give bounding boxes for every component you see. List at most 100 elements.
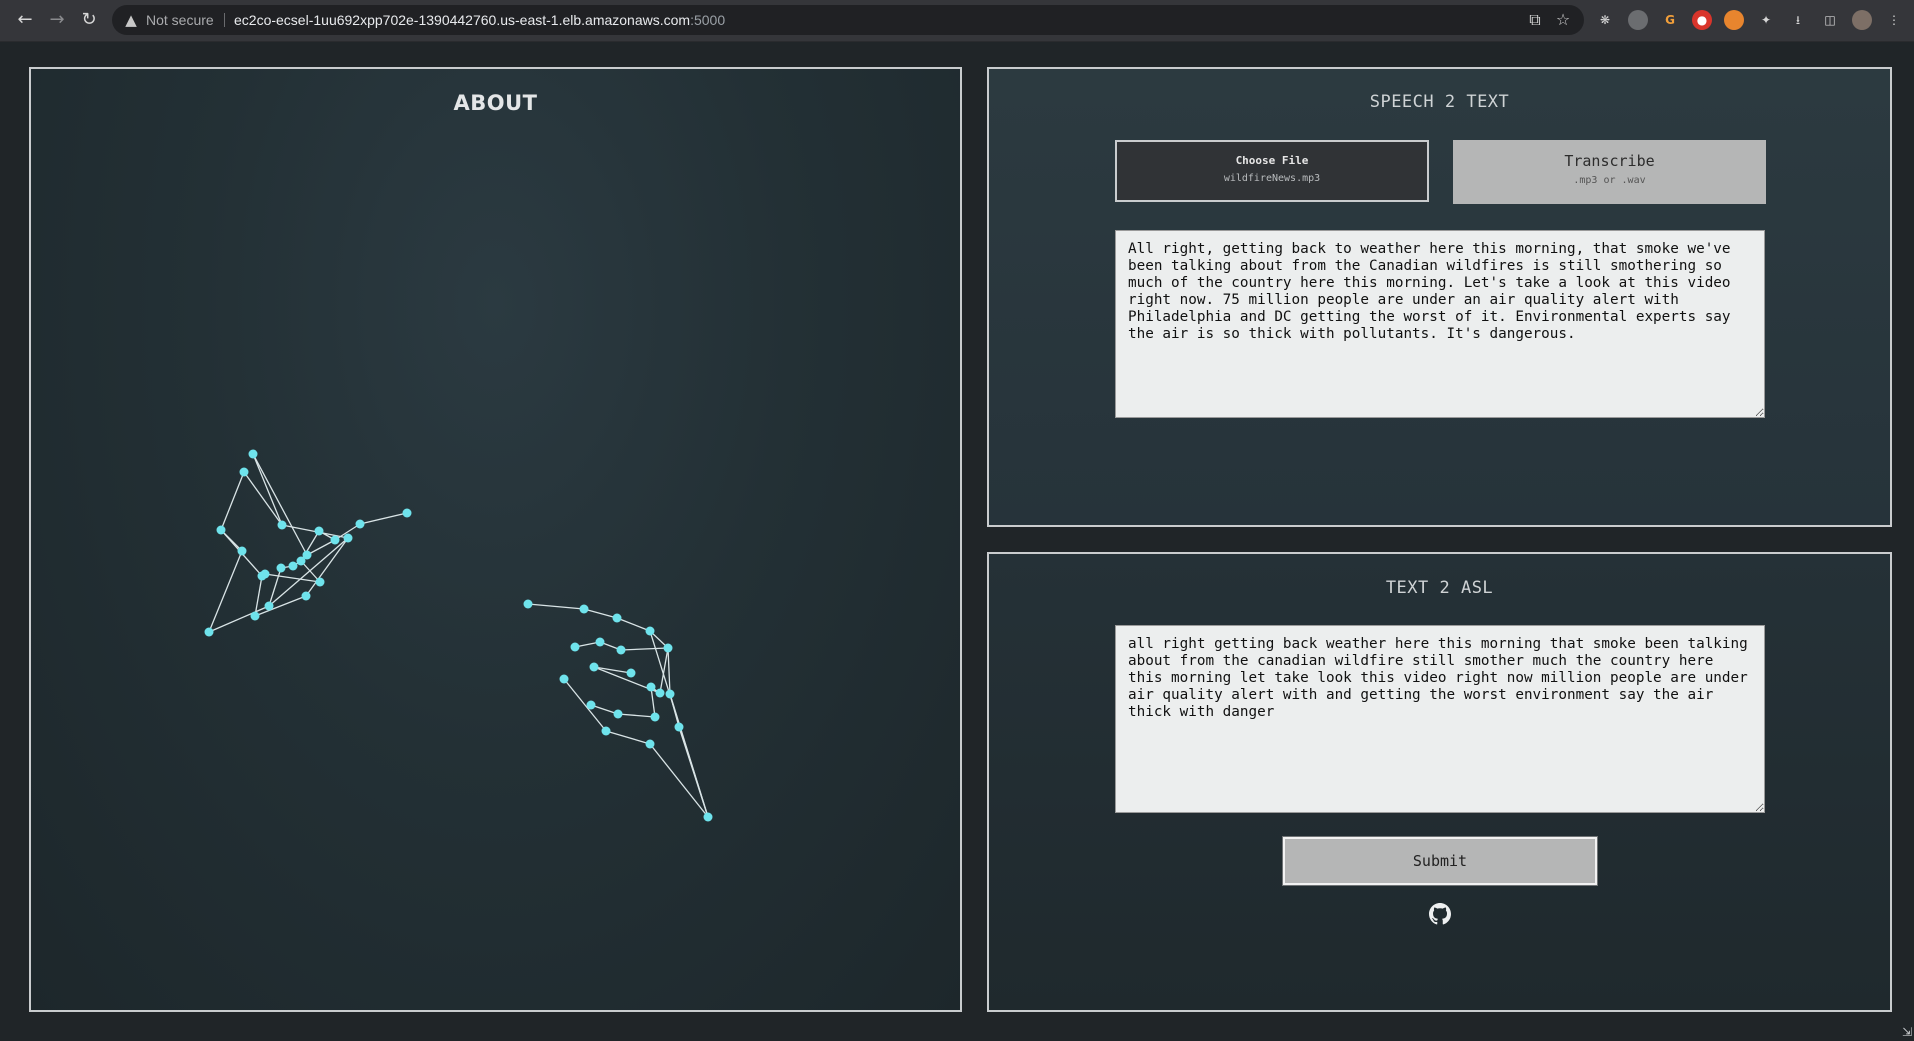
hand-landmark-point: [663, 643, 673, 653]
extensions-puzzle-icon[interactable]: ✦: [1756, 10, 1776, 30]
text-to-asl-panel: TEXT 2 ASL all right getting back weathe…: [987, 552, 1892, 1012]
text-to-asl-title: TEXT 2 ASL: [1385, 578, 1494, 598]
hand-landmark-point: [314, 526, 324, 536]
hand-landmark-point: [343, 533, 353, 543]
reload-icon[interactable]: ↻: [78, 9, 100, 31]
hand-bone-line: [583, 608, 618, 619]
chosen-file-name: wildfireNews.mp3: [1223, 173, 1321, 184]
hand-landmark-point: [703, 812, 713, 822]
hand-landmark-point: [626, 668, 636, 678]
hand-landmark-point: [612, 613, 622, 623]
hand-landmark-point: [301, 591, 311, 601]
speech-to-text-panel: SPEECH 2 TEXT Choose File wildfireNews.m…: [987, 67, 1892, 527]
hand-landmark-point: [260, 569, 270, 579]
hand-bone-line: [220, 471, 245, 531]
hand-bone-line: [616, 617, 651, 632]
hand-landmark-point: [237, 546, 247, 556]
browser-toolbar: ← → ↻ ▲ Not secure ec2co-ecsel-1uu692xpp…: [0, 0, 1914, 42]
forward-icon[interactable]: →: [46, 9, 68, 31]
asl-text-textarea[interactable]: all right getting back weather here this…: [1115, 625, 1765, 813]
hand-landmark-point: [355, 519, 365, 529]
hand-landmark-point: [523, 599, 533, 609]
hand-landmark-point: [665, 689, 675, 699]
download-icon[interactable]: ⭳: [1788, 10, 1808, 30]
hand-bone-line: [305, 537, 349, 597]
hand-landmark-point: [616, 645, 626, 655]
choose-file-label: Choose File: [1235, 154, 1309, 167]
hand-landmark-point: [204, 627, 214, 637]
choose-file-button[interactable]: Choose File wildfireNews.mp3: [1115, 140, 1429, 202]
hand-landmark-point: [601, 726, 611, 736]
url-port: :5000: [690, 12, 726, 28]
warning-icon: ▲: [125, 11, 137, 29]
url-text[interactable]: ec2co-ecsel-1uu692xpp702e-1390442760.us-…: [234, 5, 725, 35]
hand-bone-line: [678, 726, 709, 818]
hand-landmark-point: [559, 674, 569, 684]
hand-landmark-point: [589, 662, 599, 672]
hand-landmark-point: [239, 467, 249, 477]
hand-bone-line: [649, 743, 709, 818]
left-hand-skeleton: [204, 449, 412, 637]
back-icon[interactable]: ←: [14, 9, 36, 31]
hand-bone-line: [252, 453, 283, 526]
share-icon[interactable]: ⧉: [1524, 9, 1546, 31]
hand-landmark-point: [586, 700, 596, 710]
hand-bone-line: [527, 603, 585, 610]
hand-landmark-point: [216, 525, 226, 535]
hand-landmark-point: [645, 739, 655, 749]
hand-landmark-point: [315, 577, 325, 587]
profile-avatar[interactable]: [1852, 10, 1872, 30]
hand-bone-line: [359, 512, 408, 525]
transcribe-button[interactable]: Transcribe .mp3 or .wav: [1453, 140, 1766, 204]
hand-landmark-point: [296, 556, 306, 566]
hand-skeleton-visualization: [204, 449, 713, 822]
hand-bone-line: [650, 686, 656, 718]
extension-g-icon[interactable]: G: [1660, 10, 1680, 30]
hand-landmark-point: [288, 561, 298, 571]
submit-button[interactable]: Submit: [1282, 836, 1598, 886]
hand-bone-line: [605, 730, 651, 745]
hand-landmark-point: [650, 712, 660, 722]
hand-bone-line: [254, 595, 307, 617]
hand-bone-line: [620, 647, 669, 651]
hand-bone-line: [563, 678, 607, 732]
hand-landmark-point: [330, 535, 340, 545]
security-label: Not secure: [146, 12, 214, 28]
menu-kebab-icon[interactable]: ⋮: [1884, 10, 1904, 30]
speech-to-text-title: SPEECH 2 TEXT: [1369, 92, 1510, 112]
hand-bone-line: [252, 453, 308, 556]
address-bar[interactable]: ▲ Not secure ec2co-ecsel-1uu692xpp702e-1…: [112, 5, 1584, 35]
extension-puzzle-icon[interactable]: [1628, 10, 1648, 30]
bookmark-star-icon[interactable]: ☆: [1552, 9, 1574, 31]
hand-landmark-point: [645, 626, 655, 636]
hand-landmark-point: [277, 520, 287, 530]
transcribe-hint: .mp3 or .wav: [1573, 175, 1646, 186]
hand-landmark-point: [250, 611, 260, 621]
extension-fox-icon[interactable]: [1724, 10, 1744, 30]
hand-bone-line: [593, 666, 632, 674]
hand-landmark-point: [613, 709, 623, 719]
right-hand-skeleton: [523, 599, 713, 822]
hand-landmark-point: [646, 682, 656, 692]
transcribe-label: Transcribe: [1564, 152, 1655, 170]
hand-bone-line: [264, 573, 321, 583]
side-panel-icon[interactable]: ◫: [1820, 10, 1840, 30]
separator: [224, 13, 225, 27]
extension-red-icon[interactable]: ●: [1692, 10, 1712, 30]
hand-landmark-point: [402, 508, 412, 518]
hand-landmark-point: [276, 563, 286, 573]
hand-landmark-point: [655, 688, 665, 698]
hand-landmark-point: [674, 722, 684, 732]
hand-landmark-point: [264, 601, 274, 611]
about-panel: ABOUT: [29, 67, 962, 1012]
hand-landmark-point: [570, 642, 580, 652]
hand-bone-line: [669, 693, 680, 728]
url-host: ec2co-ecsel-1uu692xpp702e-1390442760.us-…: [234, 12, 691, 28]
extension-gear-icon[interactable]: ❋: [1595, 10, 1615, 30]
hand-landmark-point: [595, 637, 605, 647]
github-icon[interactable]: [1429, 903, 1451, 925]
hand-landmark-point: [248, 449, 258, 459]
hand-landmark-point: [579, 604, 589, 614]
hand-bone-line: [667, 647, 671, 695]
transcript-textarea[interactable]: All right, getting back to weather here …: [1115, 230, 1765, 418]
